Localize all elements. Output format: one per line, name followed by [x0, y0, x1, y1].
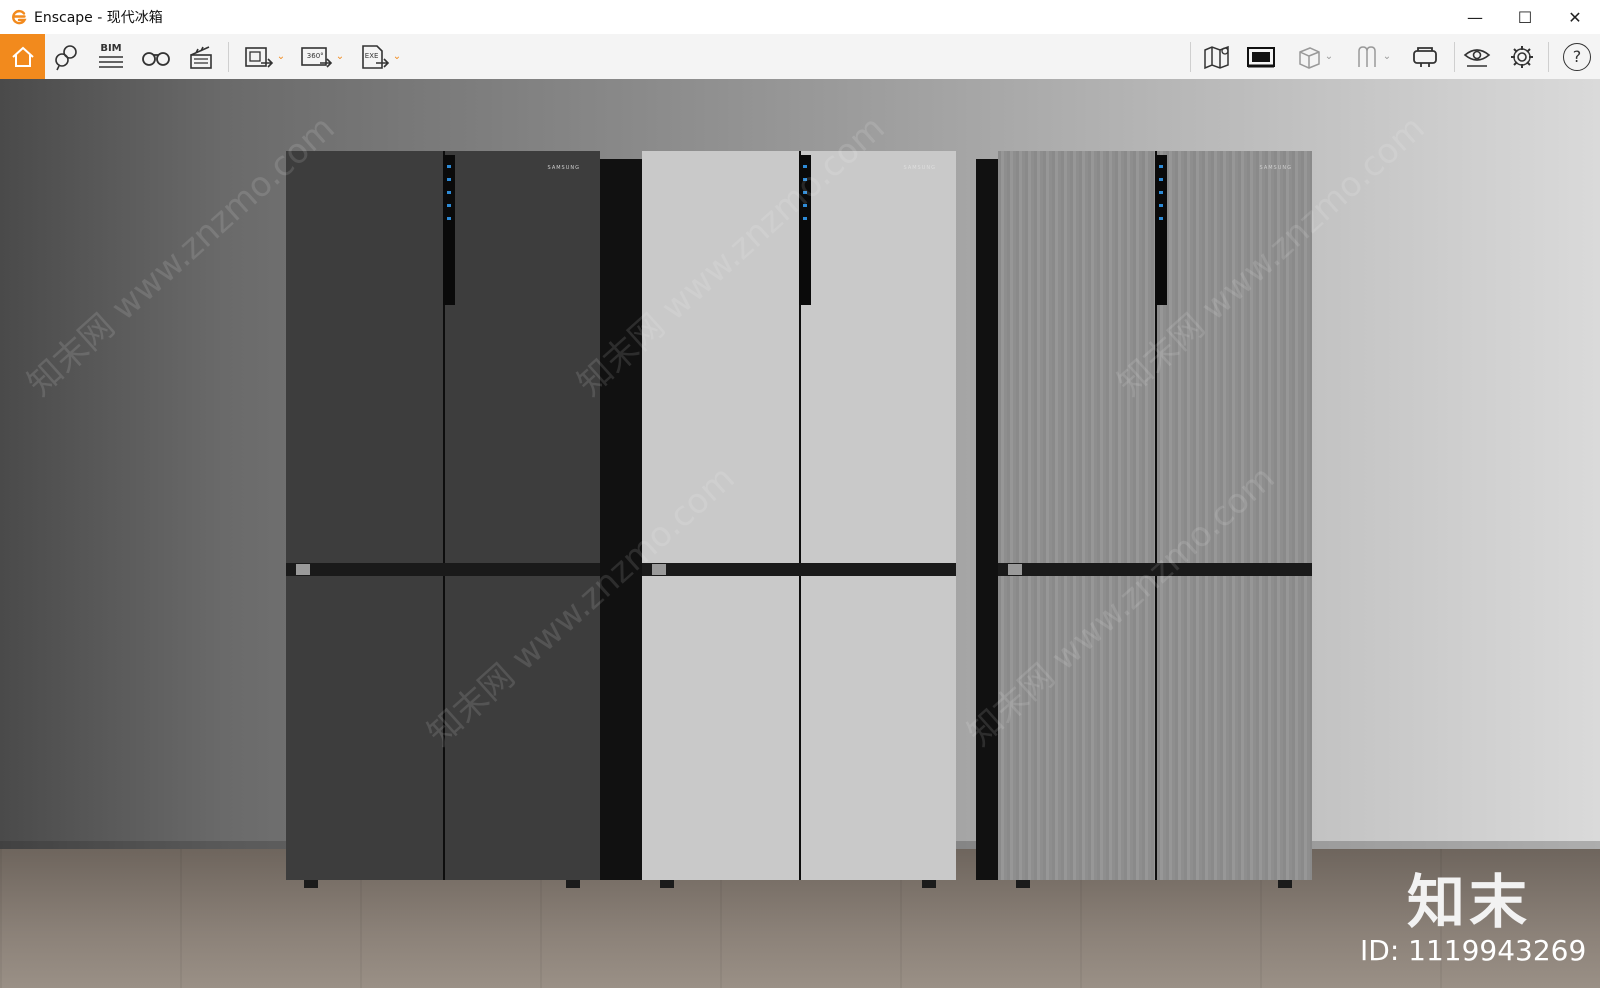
main-toolbar: BIM ⌄ 360° ⌄ EXE ⌄ ⌄ ⌄ ?	[0, 34, 1600, 106]
section-icon	[1353, 43, 1381, 71]
binoculars-button[interactable]	[140, 34, 172, 79]
brand-mark: 知末	[1407, 868, 1532, 936]
exe-export-button[interactable]: EXE ⌄	[354, 34, 406, 79]
panorama-label: 360°	[306, 51, 324, 60]
chevron-down-icon: ⌄	[1382, 51, 1392, 62]
clapperboard-icon	[188, 44, 214, 70]
cube-button[interactable]: ⌄	[1290, 34, 1338, 79]
render-viewport[interactable]: SAMSUNG SAMSUNG SAMSUNG 知末网 www.znzmo.co…	[0, 79, 1600, 988]
help-button[interactable]: ?	[1560, 34, 1594, 79]
chevron-down-icon: ⌄	[1324, 51, 1334, 62]
fridge-door	[286, 576, 443, 880]
views-pin-icon	[53, 43, 81, 71]
fridge-dark: SAMSUNG	[286, 151, 622, 888]
fridge-foot	[922, 880, 936, 888]
brand-logo: SAMSUNG	[547, 165, 580, 171]
panorama-export-button[interactable]: 360° ⌄	[296, 34, 348, 79]
video-editor-button[interactable]	[186, 34, 216, 79]
visual-settings-button[interactable]	[1460, 34, 1494, 79]
map-button[interactable]	[1200, 34, 1234, 79]
handle-bar	[286, 563, 600, 576]
brand-logo: SAMSUNG	[903, 165, 936, 171]
cube-icon	[1295, 43, 1323, 71]
handle-grip	[1008, 564, 1022, 575]
maximize-button[interactable]: ☐	[1500, 0, 1550, 34]
fridge-foot	[566, 880, 580, 888]
control-panel	[1155, 155, 1167, 305]
fridge-door	[801, 151, 956, 563]
screenshot-export-button[interactable]: ⌄	[238, 34, 290, 79]
chevron-down-icon: ⌄	[392, 51, 402, 62]
vr-headset-icon	[1410, 44, 1440, 70]
close-button[interactable]: ✕	[1550, 0, 1600, 34]
window-title: Enscape - 现代冰箱	[34, 10, 163, 26]
toolbar-divider	[1190, 42, 1191, 72]
toolbar-divider	[1454, 42, 1455, 72]
home-button[interactable]	[0, 34, 45, 79]
chevron-down-icon: ⌄	[335, 51, 345, 62]
eye-icon	[1462, 44, 1492, 70]
asset-library-icon	[1246, 45, 1276, 69]
asset-library-button[interactable]	[1244, 34, 1278, 79]
chevron-down-icon: ⌄	[276, 51, 286, 62]
title-bar: Enscape - 现代冰箱 — ☐ ✕	[0, 0, 1600, 34]
screenshot-export-icon	[243, 43, 275, 71]
help-label: ?	[1572, 47, 1582, 66]
fridge-foot	[1278, 880, 1292, 888]
bim-button[interactable]: BIM	[96, 34, 126, 79]
section-button[interactable]: ⌄	[1348, 34, 1396, 79]
toolbar-divider	[1548, 42, 1549, 72]
fridge-foot	[660, 880, 674, 888]
fridge-door	[1157, 576, 1312, 880]
enscape-logo-icon	[10, 8, 28, 26]
fridge-foot	[304, 880, 318, 888]
exe-label: EXE	[364, 51, 379, 60]
panorama-export-icon: 360°	[300, 43, 334, 71]
home-icon	[10, 45, 36, 69]
brand-logo: SAMSUNG	[1259, 165, 1292, 171]
image-id: ID: 1119943269	[1360, 934, 1587, 967]
toolbar-divider	[228, 42, 229, 72]
control-panel	[443, 155, 455, 305]
gear-icon	[1508, 43, 1536, 71]
map-icon	[1202, 43, 1232, 71]
settings-button[interactable]	[1505, 34, 1539, 79]
fridge-door	[286, 151, 443, 563]
binoculars-icon	[141, 46, 171, 68]
bim-icon: BIM	[100, 42, 122, 54]
exe-export-icon: EXE	[359, 43, 391, 71]
fridge-side	[600, 159, 622, 880]
help-icon: ?	[1563, 42, 1591, 71]
handle-grip	[296, 564, 310, 575]
fridge-door	[642, 576, 799, 880]
fridge-side	[976, 159, 998, 880]
fridge-foot	[1016, 880, 1030, 888]
window-controls: — ☐ ✕	[1450, 0, 1600, 34]
minimize-button[interactable]: —	[1450, 0, 1500, 34]
vr-headset-button[interactable]	[1408, 34, 1442, 79]
views-button[interactable]	[52, 34, 82, 79]
fridge-door	[801, 576, 956, 880]
handle-bar	[642, 563, 956, 576]
